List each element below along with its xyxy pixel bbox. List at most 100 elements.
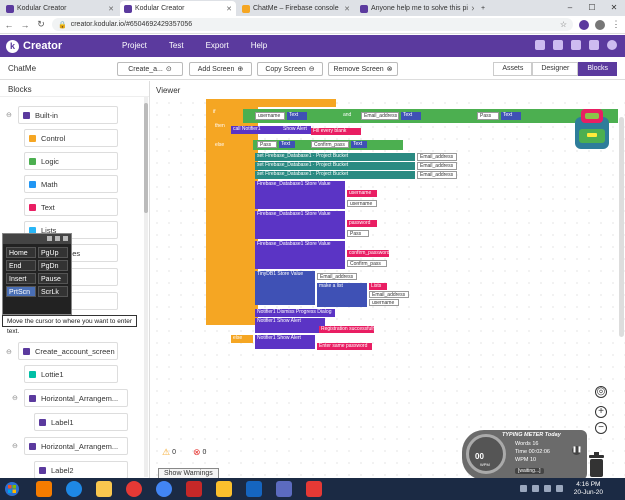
inner-if-block[interactable] (231, 138, 253, 303)
file-explorer-icon[interactable] (96, 481, 112, 497)
menu-test[interactable]: Test (169, 35, 184, 57)
minimize-icon[interactable]: – (559, 0, 581, 16)
screen-node[interactable]: Create_account_screen (18, 342, 118, 360)
volume-icon[interactable] (544, 485, 551, 492)
key-home[interactable]: Home (6, 247, 36, 258)
username-string[interactable]: username (347, 190, 377, 197)
app-icon[interactable] (306, 481, 322, 497)
close-tab-icon[interactable]: ✕ (226, 5, 232, 13)
scrollbar-thumb[interactable] (144, 103, 148, 213)
collapse-toggle-icon[interactable]: ⊖ (6, 111, 12, 119)
collapse-toggle-icon[interactable]: ⊖ (12, 394, 18, 402)
battery-icon[interactable] (556, 485, 563, 492)
enter-same-password-string[interactable]: Enter same password (317, 343, 372, 350)
back-icon[interactable]: ← (4, 20, 14, 30)
confirm-pass-textbox[interactable]: Confirm_pass (347, 260, 387, 267)
extension-icon[interactable] (579, 19, 589, 30)
event-block-header[interactable] (206, 99, 336, 107)
pause-icon[interactable]: ❚❚ (572, 446, 582, 455)
settings-icon[interactable] (589, 40, 599, 50)
designer-button[interactable]: Designer (532, 62, 579, 76)
new-tab-button[interactable]: + (476, 1, 490, 16)
confirm-pass-textbox[interactable]: Confirm_pass (311, 141, 349, 148)
browser-tab[interactable]: Anyone help me to solve this pi ✕ (356, 1, 474, 16)
tray-up-icon[interactable] (520, 485, 527, 492)
blocks-workspace[interactable]: if then else username Text and Email_add… (151, 97, 625, 478)
menu-project[interactable]: Project (122, 35, 147, 57)
set-bucket-row[interactable]: set Firebase_Database1 · Project Bucket (255, 162, 415, 170)
category-logic[interactable]: Logic (24, 152, 118, 170)
workspace-vertical-scrollbar[interactable] (619, 117, 624, 337)
internet-explorer-icon[interactable] (66, 481, 82, 497)
pass-textbox[interactable]: Pass (477, 112, 499, 120)
remove-screen-button[interactable]: Remove Screen ⊗ (328, 62, 398, 76)
email-textbox[interactable]: Email_address (417, 153, 457, 161)
key-pgup[interactable]: PgUp (38, 247, 68, 258)
text-getter[interactable]: Text (351, 141, 367, 148)
email-textbox[interactable]: Email_address (317, 273, 357, 280)
store-value-block[interactable]: Firebase_Database1 Store Value (255, 211, 345, 239)
email-textbox[interactable]: Email_address (361, 112, 399, 120)
browser-tab[interactable]: Kodular Creator ✕ (2, 1, 118, 16)
screen-select[interactable]: Create_a... ⊙ (117, 62, 183, 76)
show-alert-block[interactable]: Notifier1 Show Alert (255, 318, 325, 333)
category-math[interactable]: Math (24, 175, 118, 193)
component-node[interactable]: Horizontal_Arrangem... (24, 437, 128, 455)
palette-icon[interactable] (553, 40, 563, 50)
component-node[interactable]: Horizontal_Arrangem... (24, 389, 128, 407)
vlc-icon[interactable] (36, 481, 52, 497)
browser-menu-icon[interactable]: ⋮ (611, 19, 621, 30)
fill-every-blank-string[interactable]: Fill every blank (311, 128, 361, 135)
blocks-button[interactable]: Blocks (578, 62, 617, 76)
media-player-icon[interactable] (126, 481, 142, 497)
collapse-toggle-icon[interactable]: ⊖ (12, 442, 18, 450)
key-scrlk[interactable]: ScrLk (38, 286, 68, 297)
clock[interactable]: 4:16 PM 20-Jun-20 (574, 481, 603, 497)
set-bucket-row[interactable]: set Firebase_Database1 · Project Bucket (255, 171, 415, 179)
text-getter[interactable]: Text (279, 141, 295, 148)
forward-icon[interactable]: → (20, 20, 30, 30)
assets-button[interactable]: Assets (493, 62, 533, 76)
star-icon[interactable]: ☆ (560, 20, 567, 29)
folder-icon[interactable] (535, 40, 545, 50)
confirm-password-string[interactable]: confirm_password (347, 250, 389, 257)
registration-success-string[interactable]: Registration successfully (319, 326, 374, 333)
close-icon[interactable] (63, 236, 68, 241)
key-end[interactable]: End (6, 260, 36, 271)
email-textbox[interactable]: Email_address (417, 171, 457, 179)
menu-help[interactable]: Help (251, 35, 267, 57)
zoom-in-button[interactable]: + (595, 406, 607, 418)
maximize-icon[interactable]: ☐ (581, 0, 603, 16)
add-screen-button[interactable]: Add Screen ⊕ (189, 62, 252, 76)
text-getter[interactable]: Text (287, 112, 307, 120)
panel-scrollbar[interactable] (144, 97, 148, 477)
menu-export[interactable]: Export (206, 35, 229, 57)
app-icon[interactable] (186, 481, 202, 497)
password-string[interactable]: password (347, 220, 377, 227)
browser-tab[interactable]: ChatMe – Firebase console ✕ (238, 1, 354, 16)
network-icon[interactable] (532, 485, 539, 492)
lists-string[interactable]: Lists (369, 283, 387, 290)
key-pgdn[interactable]: PgDn (38, 260, 68, 271)
show-alert-block[interactable]: Notifier1 Show Alert (255, 335, 315, 349)
key-insert[interactable]: Insert (6, 273, 36, 284)
pass-textbox[interactable]: Pass (347, 230, 369, 237)
account-icon[interactable] (607, 40, 617, 50)
tinydb-store-block[interactable]: TinyDB1 Store Value (255, 271, 315, 305)
show-warnings-button[interactable]: Show Warnings (158, 468, 219, 478)
minimize-icon[interactable] (47, 236, 52, 241)
component-node[interactable]: Label2 (34, 461, 128, 478)
app-icon[interactable] (276, 481, 292, 497)
text-getter[interactable]: Text (401, 112, 421, 120)
text-getter[interactable]: Text (501, 112, 521, 120)
category-text[interactable]: Text (24, 198, 118, 216)
dismiss-progress-block[interactable]: Notifier1 Dismiss Progress Dialog (255, 309, 335, 317)
component-node[interactable]: Label1 (34, 413, 128, 431)
make-a-list-block[interactable]: make a list (317, 283, 367, 307)
close-tab-icon[interactable]: ✕ (471, 5, 474, 13)
url-field[interactable]: 🔒 creator.kodular.io/#6504692429357056 ☆ (52, 18, 573, 31)
maximize-icon[interactable] (55, 236, 60, 241)
store-value-block[interactable]: Firebase_Database1 Store Value (255, 241, 345, 269)
backpack-icon[interactable] (571, 105, 613, 153)
word-icon[interactable] (246, 481, 262, 497)
